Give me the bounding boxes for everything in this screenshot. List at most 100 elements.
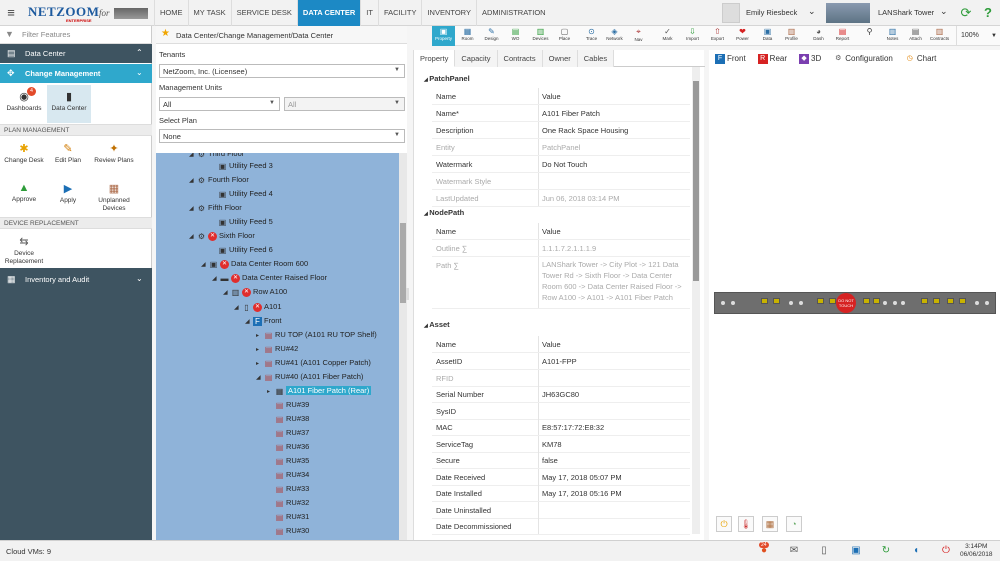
tile-review-plans[interactable]: ✦ Review Plans (92, 137, 136, 175)
ribbon-button[interactable]: ✓ Mark (656, 26, 679, 46)
tree-node[interactable]: ◢ ▤ RU#40 (A101 Fiber Patch) (256, 371, 363, 383)
star-icon[interactable]: ★ (161, 28, 170, 39)
ribbon-button[interactable]: ▣ Property (432, 26, 455, 46)
property-row[interactable]: Name Value (432, 88, 690, 105)
fiber-port[interactable] (863, 298, 870, 304)
property-value[interactable]: Jun 06, 2018 03:14 PM (542, 194, 620, 203)
expand-arrow-icon[interactable]: ▸ (267, 386, 275, 398)
property-row[interactable]: Name Value (432, 223, 690, 240)
tile-edit-plan[interactable]: ✎ Edit Plan (46, 137, 90, 175)
property-row[interactable]: Secure false (432, 452, 690, 469)
expand-arrow-icon[interactable]: ◢ (245, 316, 253, 328)
expand-arrow-icon[interactable]: ▸ (256, 358, 264, 370)
tree-node[interactable]: ◢ F Front (245, 315, 282, 327)
property-row[interactable]: Entity PatchPanel (432, 139, 690, 156)
view-tab-chart[interactable]: ◷ Chart (899, 50, 943, 67)
expand-arrow-icon[interactable]: ▸ (256, 330, 264, 342)
hamburger-menu-icon[interactable]: ≡ (2, 5, 20, 21)
property-row[interactable]: Date Installed May 17, 2018 05:16 PM (432, 485, 690, 502)
tree-node[interactable]: ◢ ⚙ Fourth Floor (189, 174, 249, 186)
property-row[interactable]: Date Decommissioned (432, 518, 690, 535)
sidebar-item-data-center[interactable]: ▤ Data Center ⌃ (0, 44, 152, 63)
user-menu[interactable]: Emily Riesbeck ⌄ (718, 1, 822, 25)
tree-node[interactable]: ▤ RU#37 (267, 427, 310, 439)
expand-arrow-icon[interactable]: ◢ (256, 372, 264, 384)
phone-icon[interactable]: ▯ (816, 543, 832, 559)
property-row[interactable]: Serial Number JH63GC80 (432, 386, 690, 403)
tree-node[interactable]: ▸ ▦ A101 Fiber Patch (Rear) (267, 385, 372, 398)
fiber-port[interactable] (773, 298, 780, 304)
expand-arrow-icon[interactable]: ◢ (189, 203, 197, 215)
tree-node[interactable]: ▤ RU#33 (267, 483, 310, 495)
property-value[interactable]: false (542, 456, 558, 465)
tree-node[interactable]: ▣ Utility Feed 6 (210, 244, 273, 256)
expand-arrow-icon[interactable]: ◢ (189, 231, 197, 243)
tab-my-task[interactable]: MY TASK (187, 0, 231, 26)
view-tab-configuration[interactable]: ⚙ Configuration (827, 50, 899, 67)
tree-node[interactable]: ◢ ▣ ✕ Data Center Room 600 (201, 258, 308, 270)
tab-property[interactable]: Property (414, 50, 456, 67)
tab-cables[interactable]: Cables (577, 50, 615, 67)
ribbon-button[interactable]: ▦ Room (456, 26, 479, 46)
tree-node[interactable]: ▤ RU#30 (267, 525, 310, 537)
tree-node[interactable]: ▤ RU#36 (267, 441, 310, 453)
gauge-icon[interactable]: ◔ (786, 516, 802, 532)
ribbon-button[interactable]: ❤ Power (731, 26, 754, 46)
plan-select[interactable]: None ▼ (159, 129, 405, 143)
power-icon[interactable]: ⏻ (716, 516, 732, 532)
tile-device-replacement[interactable]: ⇆ Device Replacement (2, 230, 46, 268)
management-unit-select-1[interactable]: All ▼ (159, 97, 280, 111)
expand-arrow-icon[interactable]: ◢ (223, 287, 231, 299)
tab-contracts[interactable]: Contracts (497, 50, 543, 67)
ribbon-button[interactable]: ⚲ (858, 26, 881, 46)
group-header[interactable]: ◢ PatchPanel (424, 72, 470, 86)
tab-it[interactable]: IT (360, 0, 378, 26)
group-header[interactable]: ◢ Asset (424, 318, 450, 332)
scroll-thumb[interactable] (693, 81, 699, 281)
tree-node[interactable]: ▣ Utility Feed 4 (210, 188, 273, 200)
tree-node[interactable]: ▤ RU#39 (267, 399, 310, 411)
sidebar-item-change-management[interactable]: ✥ Change Management ⌄ (0, 64, 152, 83)
splitter-grip[interactable] (406, 288, 409, 300)
expand-arrow-icon[interactable]: ◢ (189, 175, 197, 187)
property-value[interactable]: Value (542, 92, 561, 101)
property-row[interactable]: LastUpdated Jun 06, 2018 03:14 PM (432, 190, 690, 207)
zoom-select[interactable]: 100% ▼ (956, 26, 1000, 46)
fiber-port[interactable] (817, 298, 824, 304)
tile-dashboards[interactable]: ◉ 4 Dashboards (2, 85, 46, 123)
splitter-grip[interactable] (705, 285, 709, 315)
tree-node[interactable]: ▤ RU#35 (267, 455, 310, 467)
property-row[interactable]: Path ∑ LANShark Tower -> City Plot -> 121… (432, 257, 690, 309)
property-value[interactable]: A101 Fiber Patch (542, 109, 600, 118)
ribbon-button[interactable]: ⌖ Nav (627, 26, 650, 46)
ribbon-button[interactable]: ▤ Report (831, 26, 854, 46)
properties-scrollbar[interactable] (692, 67, 700, 534)
refresh-icon[interactable]: ⟳ (958, 5, 974, 21)
property-row[interactable]: SysID (432, 402, 690, 420)
help-icon[interactable]: ? (980, 5, 996, 21)
property-value[interactable]: LANShark Tower -> City Plot -> 121 Data … (542, 259, 687, 303)
property-row[interactable]: RFID (432, 369, 690, 387)
ribbon-button[interactable]: ▥ Profile (780, 26, 803, 46)
property-value[interactable]: Value (542, 340, 561, 349)
property-row[interactable]: Name* A101 Fiber Patch (432, 105, 690, 122)
property-row[interactable]: AssetID A101-FPP (432, 353, 690, 370)
mail-icon[interactable]: ✉ (786, 543, 802, 559)
tree-node[interactable]: ▣ Utility Feed 3 (210, 160, 273, 172)
tab-inventory[interactable]: INVENTORY (421, 0, 475, 26)
property-row[interactable]: MAC E8:57:17:72:E8:32 (432, 419, 690, 436)
ribbon-button[interactable]: ▢ Place (553, 26, 576, 46)
tree-node[interactable]: ◢ ▥ ✕ Row A100 (223, 286, 287, 298)
property-value[interactable]: PatchPanel (542, 143, 580, 152)
ribbon-button[interactable]: ▥ Notes (881, 26, 904, 46)
property-value[interactable]: JH63GC80 (542, 390, 579, 399)
tile-approve[interactable]: ▲ Approve (2, 177, 46, 215)
fiber-port[interactable] (829, 298, 836, 304)
grid-icon[interactable]: ▦ (762, 516, 778, 532)
ribbon-button[interactable]: ▥ Contracts (928, 26, 951, 46)
view-tab-front[interactable]: F Front (709, 50, 752, 67)
view-tab-3d[interactable]: ◆ 3D (793, 50, 827, 67)
ribbon-button[interactable]: ▥ Devices (529, 26, 552, 46)
property-row[interactable]: Watermark Do Not Touch (432, 156, 690, 173)
property-value[interactable]: E8:57:17:72:E8:32 (542, 423, 604, 432)
